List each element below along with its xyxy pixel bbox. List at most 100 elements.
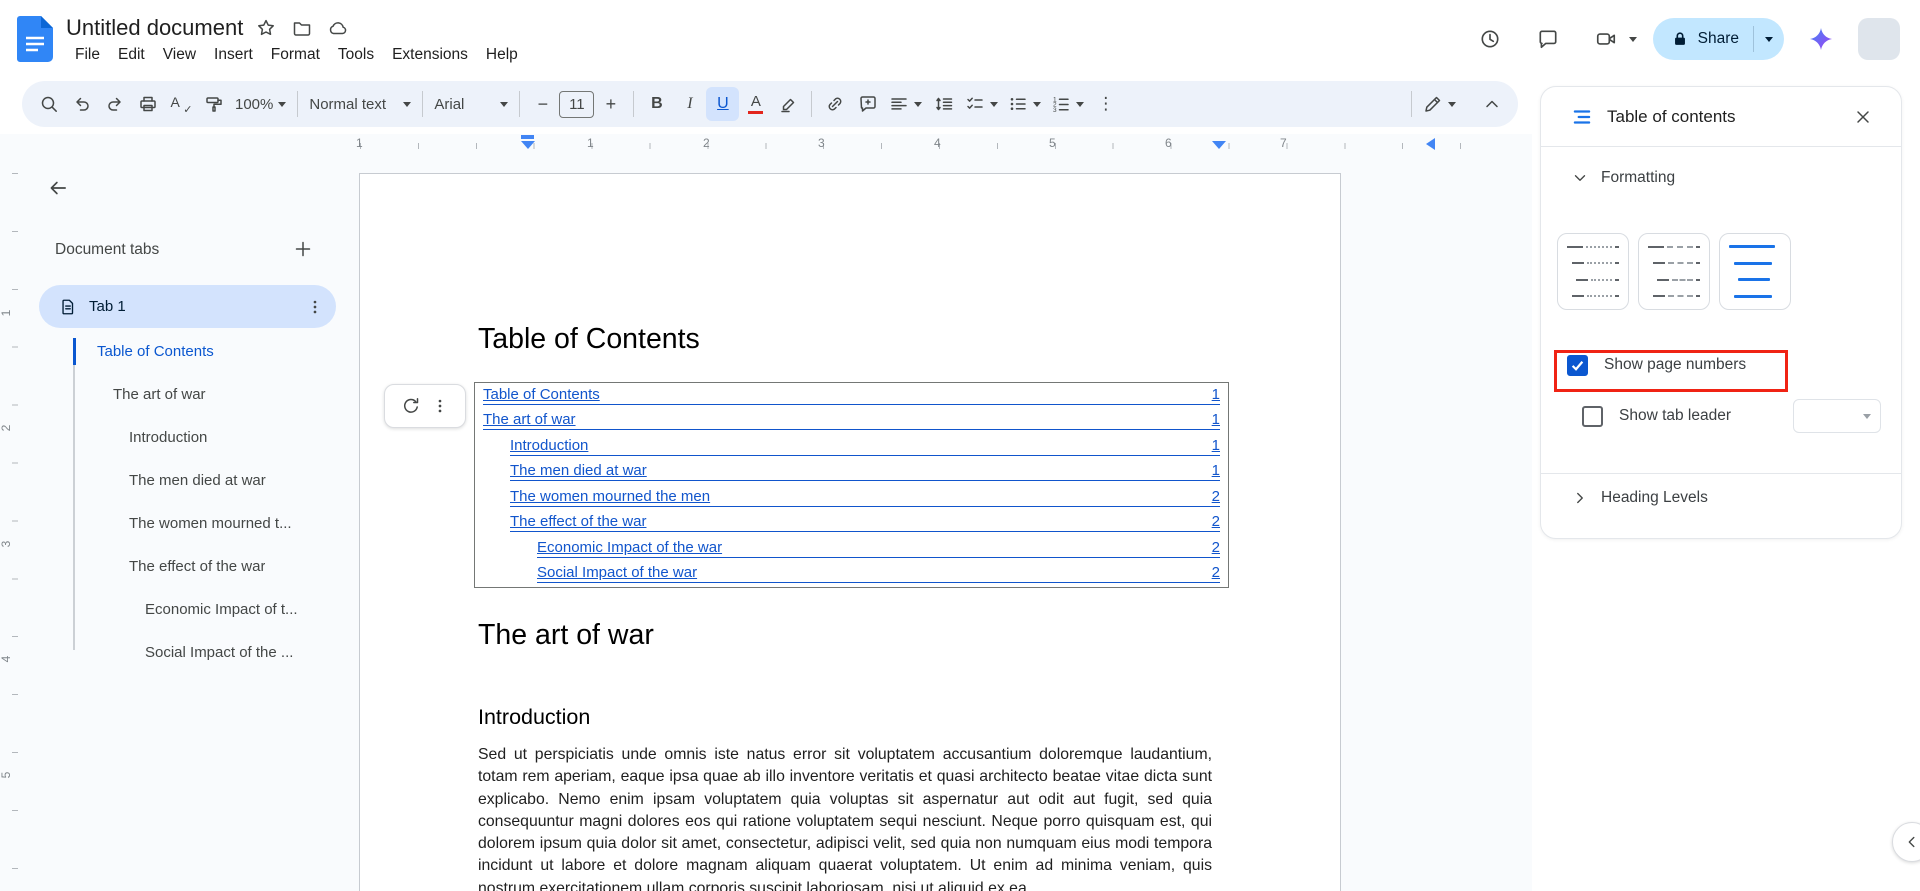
paragraph-style-select[interactable]: Normal text bbox=[304, 87, 416, 121]
outline-item-social-impact[interactable]: Social Impact of the ... bbox=[73, 631, 343, 674]
horizontal-ruler[interactable]: 1 1 2 3 4 5 6 7 bbox=[0, 134, 1532, 160]
toc-entry[interactable]: Introduction 1 bbox=[481, 434, 1222, 460]
show-tab-leader-row[interactable]: Show tab leader bbox=[1582, 397, 1881, 435]
toc-entry[interactable]: The art of war 1 bbox=[481, 409, 1222, 435]
toc-entry-link[interactable]: Social Impact of the war bbox=[537, 564, 697, 581]
toc-entry-page[interactable]: 1 bbox=[1212, 462, 1220, 479]
tab-leader-style-select[interactable] bbox=[1793, 399, 1881, 433]
toc-entry[interactable]: Social Impact of the war 2 bbox=[481, 562, 1222, 588]
highlight-color-icon[interactable] bbox=[772, 87, 805, 121]
toc-entry-link[interactable]: The women mourned the men bbox=[510, 488, 710, 505]
outline-item-the-men-died-at-war[interactable]: The men died at war bbox=[73, 459, 343, 502]
vertical-ruler[interactable]: 1 2 3 4 5 bbox=[0, 158, 18, 891]
hide-panel-corner-button[interactable] bbox=[1892, 822, 1920, 862]
toc-style-dots-option[interactable] bbox=[1557, 233, 1629, 310]
outline-item-table-of-contents[interactable]: Table of Contents bbox=[73, 330, 343, 373]
share-button[interactable]: Share bbox=[1652, 18, 1784, 60]
video-camera-icon[interactable] bbox=[1585, 18, 1627, 60]
undo-icon[interactable] bbox=[65, 87, 98, 121]
menu-view[interactable]: View bbox=[154, 44, 205, 66]
chevron-right-icon[interactable] bbox=[1571, 489, 1589, 507]
underline-button[interactable]: U bbox=[706, 87, 740, 121]
toc-entry-link[interactable]: The effect of the war bbox=[510, 513, 646, 530]
line-spacing-icon[interactable] bbox=[927, 87, 960, 121]
doc-heading-introduction[interactable]: Introduction bbox=[478, 704, 1210, 730]
toc-style-links-option[interactable] bbox=[1719, 233, 1791, 310]
menu-help[interactable]: Help bbox=[477, 44, 527, 66]
document-title[interactable]: Untitled document bbox=[66, 15, 243, 41]
back-button[interactable] bbox=[40, 170, 76, 206]
heading-levels-section-header[interactable]: Heading Levels bbox=[1541, 473, 1901, 507]
toc-entry-link[interactable]: Introduction bbox=[510, 437, 588, 454]
toc-entry-page[interactable]: 1 bbox=[1212, 386, 1220, 403]
doc-heading-the-art-of-war[interactable]: The art of war bbox=[478, 618, 1210, 652]
tab-options-kebab-icon[interactable] bbox=[306, 298, 324, 316]
toc-entry[interactable]: The effect of the war 2 bbox=[481, 511, 1222, 537]
toc-entry-link[interactable]: The art of war bbox=[483, 411, 576, 428]
checklist-select[interactable] bbox=[960, 87, 1003, 121]
numbered-list-select[interactable]: 123 bbox=[1046, 87, 1089, 121]
first-line-indent-marker[interactable] bbox=[521, 135, 534, 139]
doc-heading-table-of-contents[interactable]: Table of Contents bbox=[478, 322, 1210, 356]
gemini-sparkle-icon[interactable] bbox=[1800, 18, 1842, 60]
table-of-contents-element[interactable]: Table of Contents 1 The art of war 1 Int… bbox=[474, 382, 1229, 588]
tab-1-item[interactable]: Tab 1 bbox=[39, 285, 336, 328]
menu-format[interactable]: Format bbox=[262, 44, 329, 66]
cloud-status-icon[interactable] bbox=[325, 15, 351, 41]
ruler-edge-marker[interactable] bbox=[1426, 138, 1435, 150]
right-indent-marker[interactable] bbox=[1212, 141, 1226, 149]
menu-tools[interactable]: Tools bbox=[329, 44, 383, 66]
zoom-select[interactable]: 100% bbox=[230, 87, 291, 121]
star-icon[interactable] bbox=[253, 15, 279, 41]
outline-item-economic-impact[interactable]: Economic Impact of t... bbox=[73, 588, 343, 631]
toc-entry-link[interactable]: The men died at war bbox=[510, 462, 647, 479]
toc-entry-page[interactable]: 2 bbox=[1212, 488, 1220, 505]
show-page-numbers-row[interactable]: Show page numbers bbox=[1567, 345, 1901, 385]
search-menus-icon[interactable] bbox=[32, 87, 65, 121]
doc-paragraph[interactable]: Sed ut perspiciatis unde omnis iste natu… bbox=[478, 744, 1212, 891]
toc-entry[interactable]: The women mourned the men 2 bbox=[481, 485, 1222, 511]
chevron-down-icon[interactable] bbox=[1571, 169, 1589, 187]
toc-entry-link[interactable]: Economic Impact of the war bbox=[537, 539, 722, 556]
left-indent-marker[interactable] bbox=[521, 141, 535, 149]
text-color-button[interactable]: A bbox=[739, 87, 772, 121]
move-folder-icon[interactable] bbox=[289, 15, 315, 41]
docs-logo-icon[interactable] bbox=[16, 15, 54, 63]
meet-call-control[interactable] bbox=[1585, 18, 1637, 60]
toc-entry-page[interactable]: 2 bbox=[1212, 513, 1220, 530]
toc-style-dashes-option[interactable] bbox=[1638, 233, 1710, 310]
outline-item-the-women-mourned[interactable]: The women mourned t... bbox=[73, 502, 343, 545]
decrease-font-size-button[interactable]: − bbox=[526, 87, 559, 121]
increase-font-size-button[interactable]: + bbox=[594, 87, 627, 121]
meet-caret-icon[interactable] bbox=[1628, 36, 1637, 42]
menu-insert[interactable]: Insert bbox=[205, 44, 262, 66]
editing-mode-select[interactable] bbox=[1418, 87, 1461, 121]
add-tab-icon[interactable] bbox=[288, 234, 318, 264]
show-tab-leader-checkbox[interactable] bbox=[1582, 405, 1603, 427]
close-panel-icon[interactable] bbox=[1845, 99, 1881, 135]
italic-button[interactable]: I bbox=[673, 87, 706, 121]
paint-format-icon[interactable] bbox=[197, 87, 230, 121]
toc-options-kebab-icon[interactable] bbox=[431, 397, 449, 415]
toc-entry[interactable]: The men died at war 1 bbox=[481, 460, 1222, 486]
add-comment-icon[interactable] bbox=[851, 87, 884, 121]
font-family-select[interactable]: Arial bbox=[429, 87, 513, 121]
bold-button[interactable]: B bbox=[640, 87, 673, 121]
outline-item-the-effect-of-the-war[interactable]: The effect of the war bbox=[73, 545, 343, 588]
toc-entry-page[interactable]: 2 bbox=[1212, 564, 1220, 581]
account-avatar[interactable] bbox=[1858, 18, 1900, 60]
align-select[interactable] bbox=[884, 87, 927, 121]
menu-extensions[interactable]: Extensions bbox=[383, 44, 477, 66]
version-history-icon[interactable] bbox=[1469, 18, 1511, 60]
formatting-section-header[interactable]: Formatting bbox=[1541, 147, 1901, 187]
redo-icon[interactable] bbox=[98, 87, 131, 121]
menu-edit[interactable]: Edit bbox=[109, 44, 154, 66]
collapse-toolbar-icon[interactable] bbox=[1475, 87, 1508, 121]
show-page-numbers-checkbox[interactable] bbox=[1567, 354, 1588, 376]
toc-entry-page[interactable]: 1 bbox=[1212, 437, 1220, 454]
more-formats-button[interactable]: ⋮ bbox=[1089, 87, 1122, 121]
toc-entry[interactable]: Economic Impact of the war 2 bbox=[481, 536, 1222, 562]
refresh-toc-icon[interactable] bbox=[401, 396, 421, 416]
outline-item-introduction[interactable]: Introduction bbox=[73, 416, 343, 459]
font-size-input[interactable]: 11 bbox=[559, 90, 595, 118]
